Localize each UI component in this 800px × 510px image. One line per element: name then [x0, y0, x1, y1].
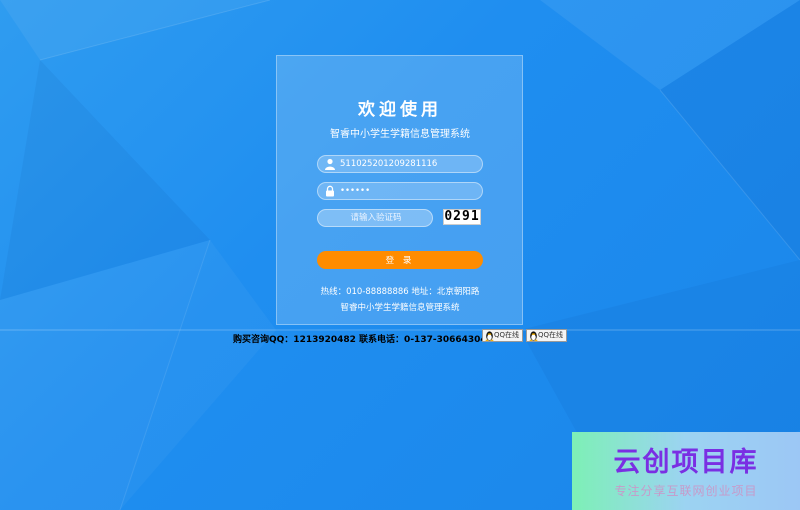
qq-online-button-2[interactable]: QQ在线	[526, 329, 567, 342]
system-name-footer: 智睿中小学生学籍信息管理系统	[340, 303, 460, 313]
page-title: 欢迎使用	[358, 100, 442, 120]
page-subtitle: 智睿中小学生学籍信息管理系统	[330, 129, 470, 140]
watermark-tagline: 专注分享互联网创业项目	[614, 484, 758, 498]
user-icon	[325, 158, 335, 170]
qq-online-label-1: QQ在线	[493, 331, 519, 339]
qq-online-label-2: QQ在线	[537, 331, 563, 339]
qq-online-button-1[interactable]: QQ在线	[482, 329, 523, 342]
qq-penguin-icon	[529, 331, 538, 341]
captcha-image[interactable]: 0291	[443, 209, 481, 225]
watermark-banner: 云创项目库 专注分享互联网创业项目	[572, 432, 800, 510]
purchase-support-text: 购买咨询QQ：1213920482 联系电话：0-137-30664304	[233, 335, 487, 345]
login-button[interactable]: 登 录	[317, 251, 483, 269]
lock-icon	[326, 185, 334, 197]
password-field[interactable]	[317, 182, 483, 200]
qq-penguin-icon	[485, 331, 494, 341]
username-input[interactable]	[340, 156, 478, 172]
captcha-input[interactable]	[318, 210, 434, 226]
captcha-field[interactable]	[317, 209, 434, 227]
contact-info: 热线：010-88888886 地址：北京朝阳路	[320, 287, 480, 297]
watermark-title: 云创项目库	[613, 447, 759, 478]
username-field[interactable]	[317, 155, 483, 173]
password-input[interactable]	[340, 183, 478, 199]
